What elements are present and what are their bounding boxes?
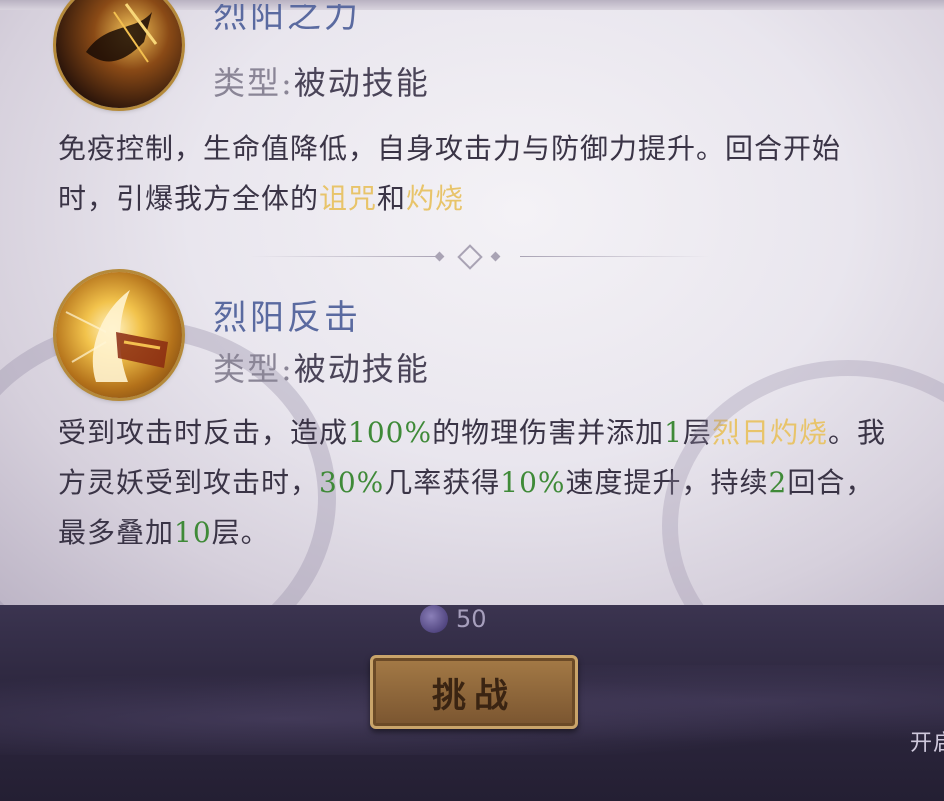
desc-text: 层 xyxy=(682,416,712,449)
stat-value: 10% xyxy=(500,466,566,499)
bottom-bar: 50 挑战 开启 xyxy=(0,605,944,801)
stat-value: 30% xyxy=(319,466,385,499)
stat-value: 10 xyxy=(174,516,212,549)
skill-description: 受到攻击时反击，造成100%的物理伤害并添加1层烈日灼烧。我方灵妖受到攻击时，3… xyxy=(58,408,888,558)
desc-text: 受到攻击时反击，造成 xyxy=(58,416,349,449)
section-divider xyxy=(250,244,710,270)
stat-value: 1 xyxy=(664,416,683,449)
keyword-scorching-burn[interactable]: 烈日灼烧 xyxy=(712,416,828,449)
side-hint-label[interactable]: 开启 xyxy=(910,725,944,757)
desc-text: 和 xyxy=(377,182,407,215)
skill-panel: 烈阳之力 类型:被动技能 免疫控制，生命值降低，自身攻击力与防御力提升。回合开始… xyxy=(0,0,944,605)
sun-counter-icon xyxy=(56,272,182,398)
divider-diamond-icon xyxy=(457,244,483,270)
skill-description: 免疫控制，生命值降低，自身攻击力与防御力提升。回合开始时，引爆我方全体的诅咒和灼… xyxy=(58,124,888,224)
desc-text: 层。 xyxy=(211,516,270,549)
spirit-orb-icon xyxy=(420,605,448,633)
desc-text: 的物理伤害并添加 xyxy=(432,416,665,449)
challenge-button-label: 挑战 xyxy=(432,675,516,716)
sun-power-glyph xyxy=(86,3,158,63)
skill-type: 类型:被动技能 xyxy=(213,344,430,390)
sun-counter-glyph xyxy=(65,290,168,382)
challenge-button[interactable]: 挑战 xyxy=(370,655,578,729)
skill-name: 烈阳之力 xyxy=(213,0,361,36)
desc-text: 几率获得 xyxy=(384,466,501,499)
sun-power-icon xyxy=(56,0,182,108)
stat-value: 2 xyxy=(768,466,788,499)
keyword-curse[interactable]: 诅咒 xyxy=(319,182,377,215)
skill-type: 类型:被动技能 xyxy=(213,58,430,104)
skill-type-key: 类型: xyxy=(213,64,294,102)
keyword-burn[interactable]: 灼烧 xyxy=(406,182,464,215)
skill-type-value: 被动技能 xyxy=(293,64,430,102)
skill-type-value: 被动技能 xyxy=(293,350,430,388)
stat-value: 100% xyxy=(348,416,433,449)
skill-name: 烈阳反击 xyxy=(213,298,361,338)
skill-type-key: 类型: xyxy=(213,350,294,388)
challenge-cost: 50 xyxy=(420,605,487,633)
cost-value: 50 xyxy=(456,605,487,633)
desc-text: 速度提升，持续 xyxy=(565,466,769,499)
